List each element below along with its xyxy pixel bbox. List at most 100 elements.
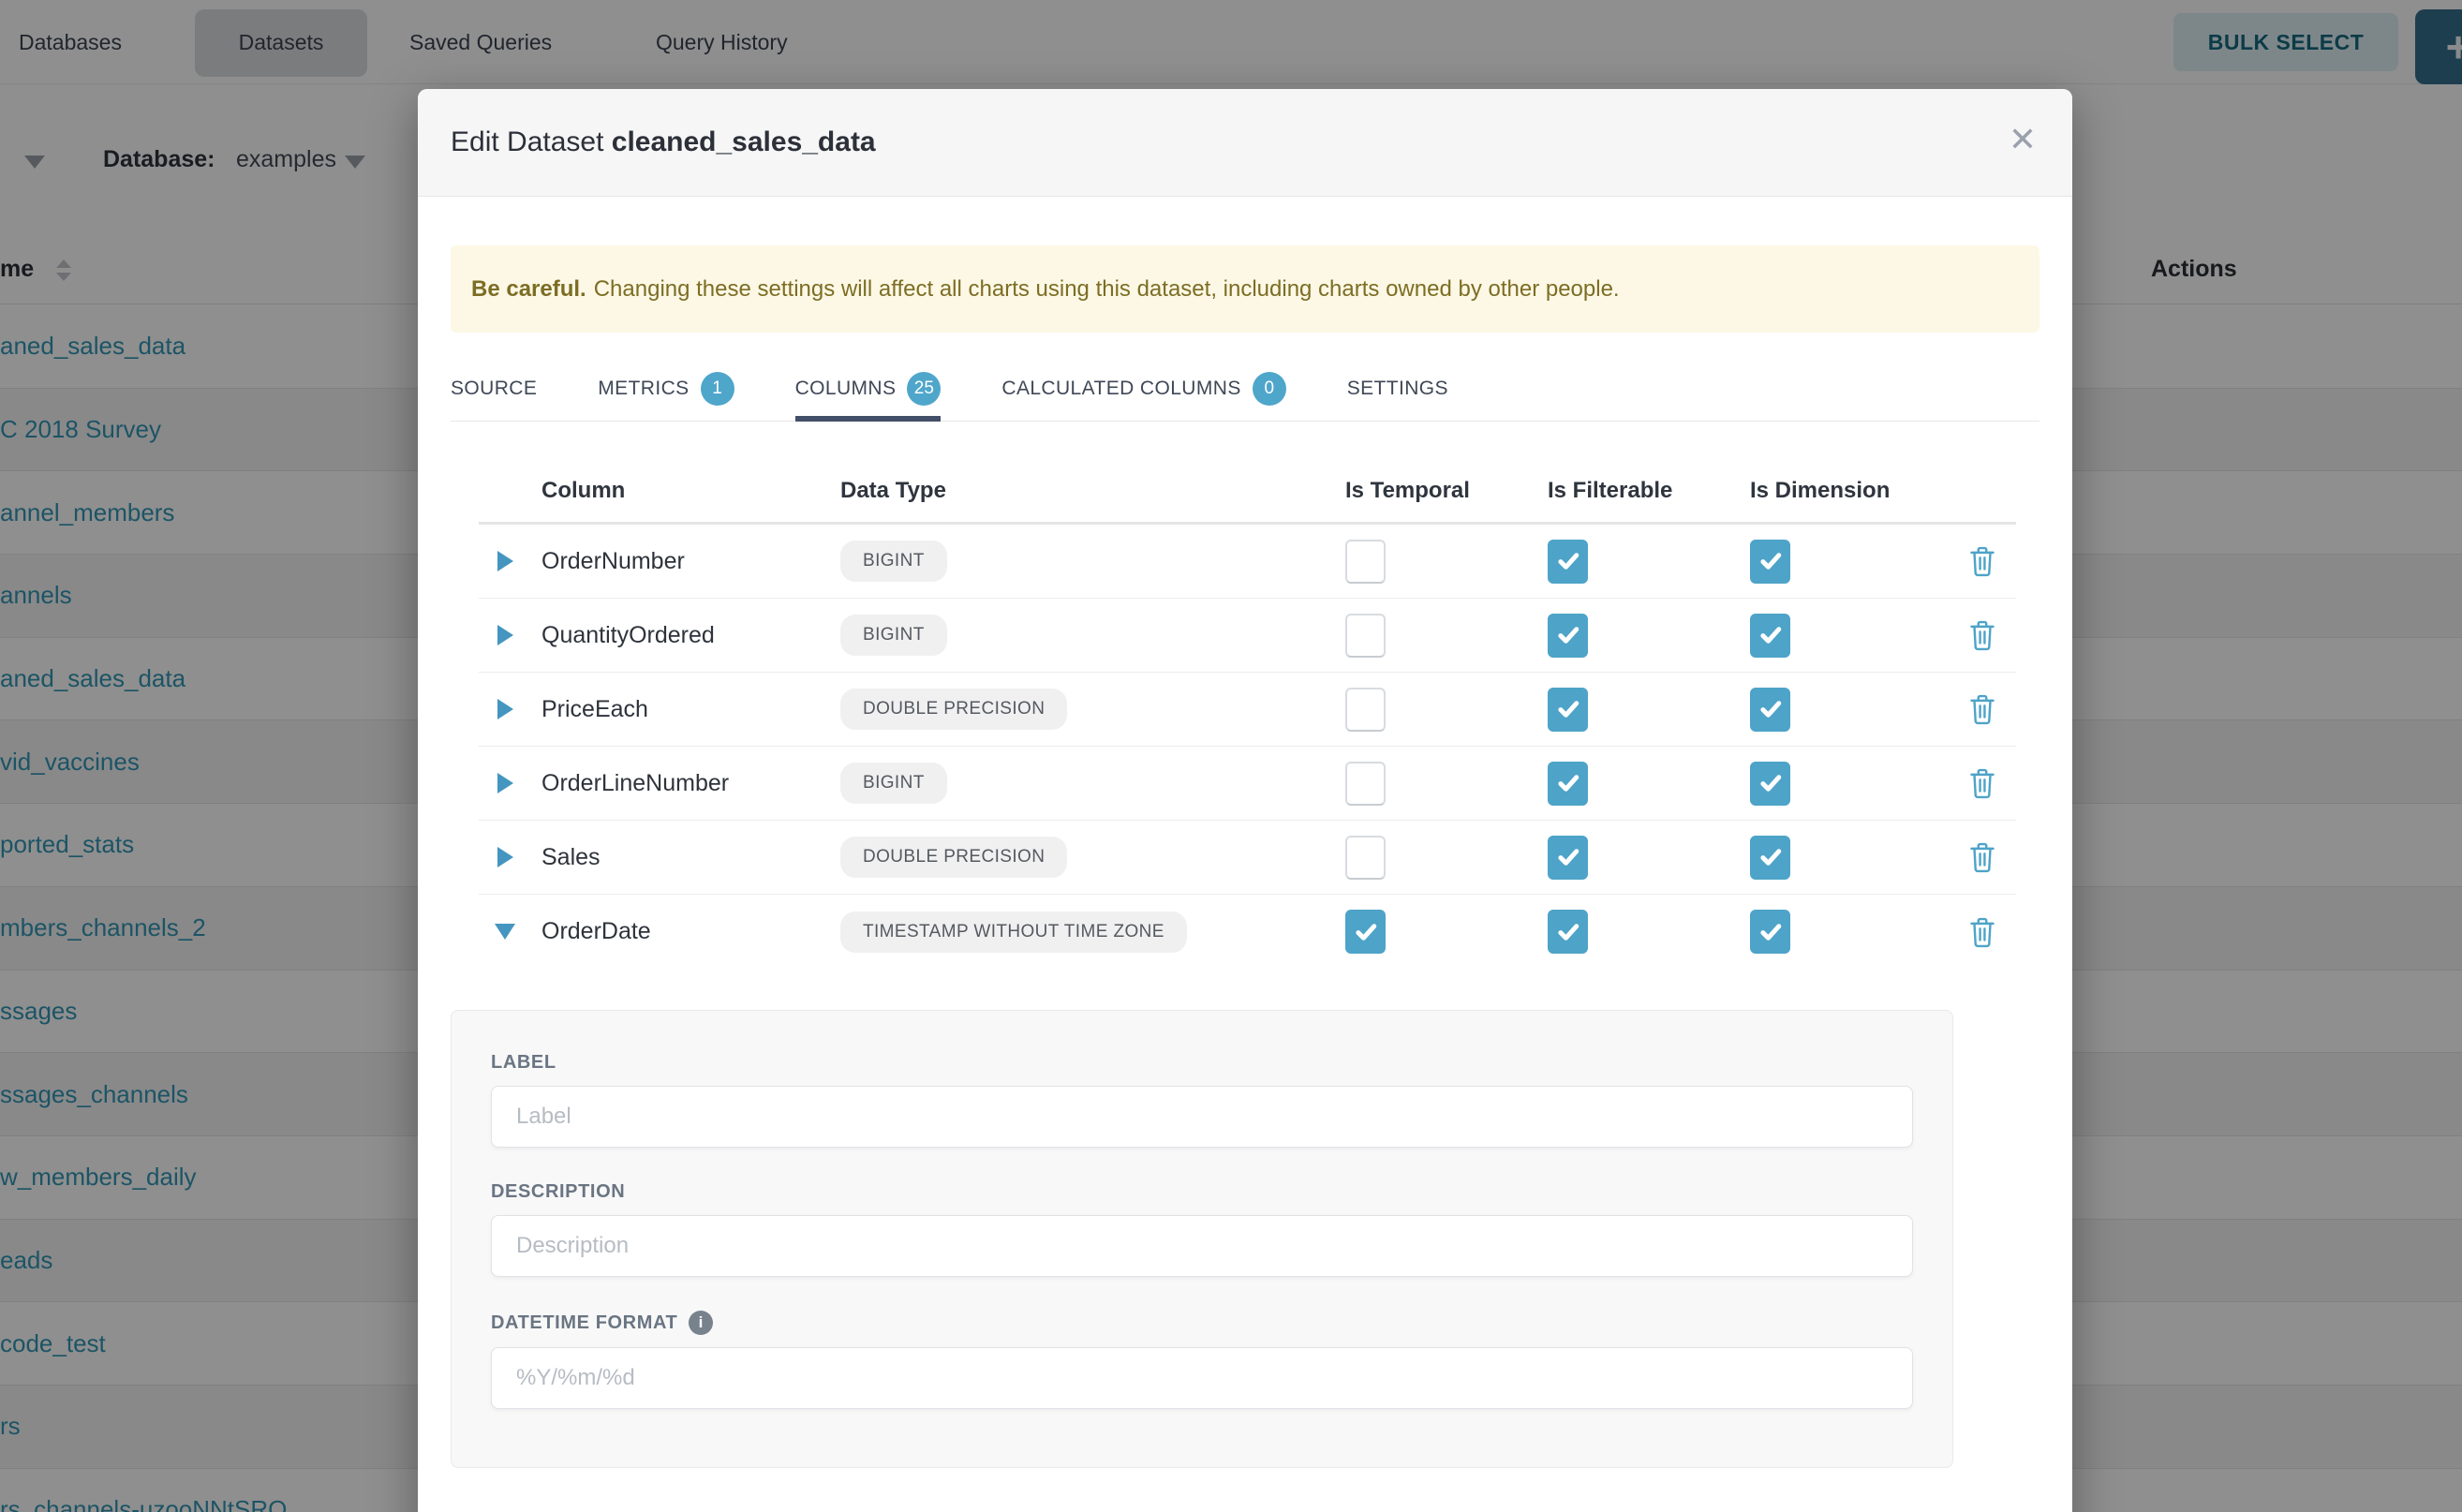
is-filterable-checkbox[interactable] bbox=[1548, 614, 1588, 658]
is-temporal-cell bbox=[1342, 762, 1544, 806]
description-field-label: DESCRIPTION bbox=[491, 1181, 1913, 1203]
modal-tabs: SOURCE METRICS 1 COLUMNS 25 CALCULATED C… bbox=[451, 356, 2039, 422]
tab-count-badge: 0 bbox=[1253, 372, 1286, 406]
columns-table: Column Data Type Is Temporal Is Filterab… bbox=[479, 459, 2016, 969]
warning-text: Changing these settings will affect all … bbox=[594, 276, 1620, 303]
trash-icon[interactable] bbox=[1968, 767, 1996, 799]
expand-toggle[interactable] bbox=[479, 551, 531, 571]
label-input[interactable] bbox=[491, 1086, 1913, 1148]
trash-icon[interactable] bbox=[1968, 841, 1996, 873]
tab-settings[interactable]: SETTINGS bbox=[1347, 356, 1448, 421]
tab-label: CALCULATED COLUMNS bbox=[1001, 378, 1240, 400]
trash-icon[interactable] bbox=[1968, 916, 1996, 948]
trash-icon[interactable] bbox=[1968, 619, 1996, 651]
is-temporal-cell bbox=[1342, 540, 1544, 584]
is-filterable-checkbox[interactable] bbox=[1548, 688, 1588, 732]
expand-toggle[interactable] bbox=[479, 924, 531, 940]
caret-icon bbox=[497, 773, 513, 793]
is-filterable-cell bbox=[1544, 910, 1746, 954]
expand-toggle[interactable] bbox=[479, 625, 531, 645]
warning-banner: Be careful. Changing these settings will… bbox=[451, 245, 2039, 333]
is-temporal-checkbox[interactable] bbox=[1345, 614, 1386, 658]
tab-columns[interactable]: COLUMNS 25 bbox=[795, 356, 942, 421]
data-type-pill: BIGINT bbox=[840, 763, 947, 804]
expand-toggle[interactable] bbox=[479, 847, 531, 867]
data-type-cell: BIGINT bbox=[840, 541, 1342, 582]
is-filterable-checkbox[interactable] bbox=[1548, 762, 1588, 806]
data-type-pill: BIGINT bbox=[840, 541, 947, 582]
is-dimension-checkbox[interactable] bbox=[1750, 910, 1790, 954]
is-dimension-cell bbox=[1746, 540, 1949, 584]
is-filterable-header: Is Filterable bbox=[1544, 478, 1746, 504]
is-filterable-cell bbox=[1544, 836, 1746, 880]
column-name: PriceEach bbox=[531, 696, 840, 723]
description-input[interactable] bbox=[491, 1215, 1913, 1277]
is-temporal-checkbox[interactable] bbox=[1345, 836, 1386, 880]
modal-title-prefix: Edit Dataset bbox=[451, 126, 603, 157]
is-dimension-checkbox[interactable] bbox=[1750, 688, 1790, 732]
trash-icon[interactable] bbox=[1968, 545, 1996, 577]
column-row: PriceEach DOUBLE PRECISION bbox=[479, 673, 2016, 747]
is-dimension-cell bbox=[1746, 836, 1949, 880]
datetime-format-field-label: DATETIME FORMAT i bbox=[491, 1311, 1913, 1335]
modal-header: Edit Dataset cleaned_sales_data ✕ bbox=[418, 89, 2072, 197]
column-row: QuantityOrdered BIGINT bbox=[479, 599, 2016, 673]
label-field-label: LABEL bbox=[491, 1052, 1913, 1074]
tab-label: METRICS bbox=[598, 378, 689, 400]
column-row: OrderNumber BIGINT bbox=[479, 525, 2016, 599]
delete-column-cell bbox=[1949, 767, 2016, 799]
delete-column-cell bbox=[1949, 916, 2016, 948]
edit-dataset-modal: Edit Dataset cleaned_sales_data ✕ Be car… bbox=[418, 89, 2072, 1512]
columns-table-body: OrderNumber BIGINT QuantityOrdered BIGIN… bbox=[479, 525, 2016, 969]
info-icon[interactable]: i bbox=[689, 1311, 713, 1335]
is-filterable-checkbox[interactable] bbox=[1548, 910, 1588, 954]
data-type-cell: DOUBLE PRECISION bbox=[840, 689, 1342, 730]
caret-icon bbox=[497, 699, 513, 719]
is-dimension-checkbox[interactable] bbox=[1750, 762, 1790, 806]
tab-source[interactable]: SOURCE bbox=[451, 356, 537, 421]
column-row: Sales DOUBLE PRECISION bbox=[479, 821, 2016, 895]
tab-metrics[interactable]: METRICS 1 bbox=[598, 356, 734, 421]
data-type-header: Data Type bbox=[840, 478, 1342, 504]
column-name: OrderNumber bbox=[531, 548, 840, 575]
modal-dataset-name: cleaned_sales_data bbox=[612, 126, 876, 157]
column-name: Sales bbox=[531, 844, 840, 871]
is-dimension-header: Is Dimension bbox=[1746, 478, 1949, 504]
is-temporal-checkbox[interactable] bbox=[1345, 762, 1386, 806]
data-type-pill: BIGINT bbox=[840, 615, 947, 656]
is-temporal-checkbox[interactable] bbox=[1345, 688, 1386, 732]
is-filterable-checkbox[interactable] bbox=[1548, 836, 1588, 880]
trash-icon[interactable] bbox=[1968, 693, 1996, 725]
column-name: OrderLineNumber bbox=[531, 770, 840, 797]
datetime-format-input[interactable] bbox=[491, 1347, 1913, 1409]
is-temporal-cell bbox=[1342, 688, 1544, 732]
column-row: OrderLineNumber BIGINT bbox=[479, 747, 2016, 821]
is-filterable-checkbox[interactable] bbox=[1548, 540, 1588, 584]
is-dimension-cell bbox=[1746, 910, 1949, 954]
datetime-format-field-group: DATETIME FORMAT i bbox=[491, 1311, 1913, 1409]
close-icon[interactable]: ✕ bbox=[2009, 123, 2037, 156]
is-dimension-checkbox[interactable] bbox=[1750, 836, 1790, 880]
expand-toggle[interactable] bbox=[479, 699, 531, 719]
expand-toggle[interactable] bbox=[479, 773, 531, 793]
is-filterable-cell bbox=[1544, 762, 1746, 806]
description-field-group: DESCRIPTION bbox=[491, 1181, 1913, 1277]
data-type-pill: DOUBLE PRECISION bbox=[840, 837, 1067, 878]
is-dimension-checkbox[interactable] bbox=[1750, 540, 1790, 584]
tab-calculated-columns[interactable]: CALCULATED COLUMNS 0 bbox=[1001, 356, 1285, 421]
column-editor-panel: LABEL DESCRIPTION DATETIME FORMAT i bbox=[451, 1010, 1953, 1468]
is-temporal-cell bbox=[1342, 836, 1544, 880]
data-type-cell: TIMESTAMP WITHOUT TIME ZONE bbox=[840, 912, 1342, 953]
is-dimension-cell bbox=[1746, 762, 1949, 806]
is-temporal-checkbox[interactable] bbox=[1345, 910, 1386, 954]
tab-count-badge: 1 bbox=[701, 372, 734, 406]
caret-icon bbox=[495, 924, 515, 940]
is-temporal-checkbox[interactable] bbox=[1345, 540, 1386, 584]
caret-icon bbox=[497, 847, 513, 867]
is-filterable-cell bbox=[1544, 688, 1746, 732]
data-type-cell: BIGINT bbox=[840, 763, 1342, 804]
is-filterable-cell bbox=[1544, 614, 1746, 658]
is-dimension-checkbox[interactable] bbox=[1750, 614, 1790, 658]
column-header: Column bbox=[531, 478, 840, 504]
column-name: OrderDate bbox=[531, 918, 840, 945]
